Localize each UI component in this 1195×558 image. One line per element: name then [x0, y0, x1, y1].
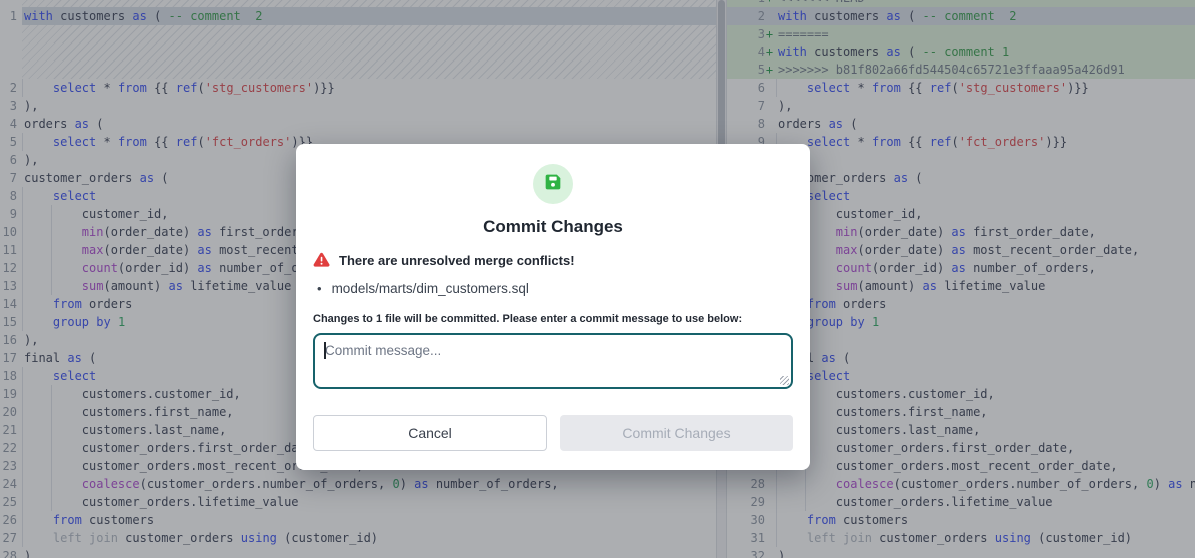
- conflicted-file-item: • models/marts/dim_customers.sql: [313, 281, 793, 296]
- commit-message-wrap: [313, 333, 793, 389]
- modal-buttons: Cancel Commit Changes: [313, 415, 793, 451]
- cancel-button[interactable]: Cancel: [313, 415, 547, 451]
- text-cursor: [324, 342, 326, 359]
- commit-changes-button[interactable]: Commit Changes: [560, 415, 793, 451]
- save-icon-badge: [533, 164, 573, 204]
- warning-text: There are unresolved merge conflicts!: [339, 253, 575, 268]
- warning-icon: [313, 252, 330, 268]
- ide-screen: 1with customers as ( -- comment 22 selec…: [0, 0, 1195, 558]
- merge-conflict-warning: There are unresolved merge conflicts!: [313, 252, 793, 268]
- save-icon: [542, 171, 564, 198]
- commit-instruction: Changes to 1 file will be committed. Ple…: [313, 313, 793, 325]
- commit-message-input[interactable]: [313, 333, 793, 389]
- commit-changes-modal: Commit Changes There are unresolved merg…: [296, 144, 810, 470]
- conflicted-file-path: models/marts/dim_customers.sql: [332, 281, 529, 296]
- modal-title: Commit Changes: [313, 217, 793, 237]
- resize-grip-icon[interactable]: [780, 376, 789, 385]
- bullet-point: •: [317, 281, 322, 296]
